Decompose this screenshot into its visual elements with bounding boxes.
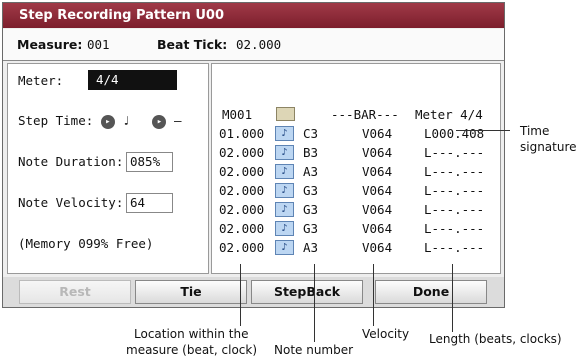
row-length: L---.--- xyxy=(424,202,485,217)
location-callout-line1: Location within the xyxy=(134,327,249,341)
header-measure: M001 xyxy=(222,107,253,122)
event-row[interactable]: 01.000 C3 V064 L000.408 ♪ xyxy=(212,124,502,143)
row-velocity: V064 xyxy=(362,202,393,217)
row-location: 02.000 xyxy=(219,221,265,236)
step-time-mod[interactable]: – xyxy=(174,113,182,128)
event-row[interactable]: 02.000 A3 V064 L---.--- ♪ xyxy=(212,238,502,257)
location-leader xyxy=(240,264,241,326)
stepback-button[interactable]: StepBack xyxy=(251,280,363,304)
time-signature-callout-line1: Time xyxy=(520,124,550,138)
step-time-note[interactable]: ♩ xyxy=(122,113,130,128)
step-time-label: Step Time: xyxy=(18,113,94,128)
window-title: Step Recording Pattern U00 xyxy=(3,3,504,28)
note-event-icon: ♪ xyxy=(275,221,294,236)
step-time-row: Step Time: ▸ ♩ ▸ – xyxy=(18,113,182,129)
row-velocity: V064 xyxy=(362,164,393,179)
row-note-number: C3 xyxy=(303,126,319,141)
note-event-icon: ♪ xyxy=(275,202,294,217)
meter-label: Meter: xyxy=(18,73,64,88)
event-row[interactable]: 02.000 A3 V064 L---.--- ♪ xyxy=(212,162,502,181)
beat-tick-value[interactable]: 02.000 xyxy=(236,29,281,61)
note-event-icon: ♪ xyxy=(275,183,294,198)
note-event-icon: ♪ xyxy=(275,145,294,160)
row-note-number: B3 xyxy=(303,145,319,160)
step-recording-window: Step Recording Pattern U00 Measure: 001 … xyxy=(2,2,505,308)
step-time-popup-icon[interactable]: ▸ xyxy=(100,114,115,129)
row-location: 02.000 xyxy=(219,202,265,217)
event-row[interactable]: 02.000 G3 V064 L---.--- ♪ xyxy=(212,219,502,238)
row-length: L---.--- xyxy=(424,240,485,255)
position-bar: Measure: 001 Beat Tick: 02.000 xyxy=(3,29,504,61)
button-bar: Rest Tie StepBack Done xyxy=(3,277,504,307)
note-event-icon: ♪ xyxy=(275,126,294,141)
length-leader xyxy=(452,264,453,332)
note-event-icon: ♪ xyxy=(275,240,294,255)
done-button[interactable]: Done xyxy=(375,280,487,304)
note-event-icon: ♪ xyxy=(275,164,294,179)
memory-status: (Memory 099% Free) xyxy=(18,236,154,251)
row-length: L---.--- xyxy=(424,221,485,236)
row-note-number: G3 xyxy=(303,221,319,236)
note-number-callout: Note number xyxy=(274,343,354,357)
tie-button[interactable]: Tie xyxy=(135,280,247,304)
settings-panel: Meter: 4/4 Step Time: ▸ ♩ ▸ – Note Durat… xyxy=(7,63,209,274)
row-note-number: A3 xyxy=(303,164,319,179)
length-callout: Length (beats, clocks) xyxy=(429,332,562,346)
row-note-number: G3 xyxy=(303,183,319,198)
row-location: 02.000 xyxy=(219,240,265,255)
row-velocity: V064 xyxy=(362,145,393,160)
measure-label: Measure: xyxy=(17,37,83,52)
row-length: L---.--- xyxy=(424,145,485,160)
row-length: L---.--- xyxy=(424,183,485,198)
step-time-mod-popup-icon[interactable]: ▸ xyxy=(152,114,167,129)
time-signature-leader xyxy=(456,130,510,131)
row-location: 02.000 xyxy=(219,183,265,198)
note-number-leader xyxy=(314,264,315,342)
row-note-number: A3 xyxy=(303,240,319,255)
row-velocity: V064 xyxy=(362,126,393,141)
event-list-header: M001 ---BAR--- Meter 4/4 xyxy=(212,105,502,124)
note-velocity-field[interactable]: 64 xyxy=(126,193,173,213)
measure-value[interactable]: 001 xyxy=(87,29,110,61)
row-velocity: V064 xyxy=(362,183,393,198)
time-signature-callout-line2: signature xyxy=(520,140,577,154)
row-length: L---.--- xyxy=(424,164,485,179)
row-location: 02.000 xyxy=(219,145,265,160)
meter-field[interactable]: 4/4 xyxy=(88,70,177,90)
event-list-panel: M001 ---BAR--- Meter 4/4 01.000 C3 V064 L00… xyxy=(211,63,501,274)
rest-button[interactable]: Rest xyxy=(19,280,131,304)
event-row[interactable]: 02.000 G3 V064 L---.--- ♪ xyxy=(212,200,502,219)
row-location: 01.000 xyxy=(219,126,265,141)
header-meter: Meter 4/4 xyxy=(415,107,483,122)
location-callout-line2: measure (beat, clock) xyxy=(126,343,258,357)
event-row[interactable]: 02.000 B3 V064 L---.--- ♪ xyxy=(212,143,502,162)
bar-icon xyxy=(276,107,295,121)
note-duration-field[interactable]: 085% xyxy=(126,152,173,172)
row-velocity: V064 xyxy=(362,240,393,255)
row-velocity: V064 xyxy=(362,221,393,236)
row-length: L000.408 xyxy=(424,126,485,141)
note-velocity-label: Note Velocity: xyxy=(18,195,124,210)
row-note-number: G3 xyxy=(303,202,319,217)
note-duration-label: Note Duration: xyxy=(18,154,124,169)
row-location: 02.000 xyxy=(219,164,265,179)
velocity-callout: Velocity xyxy=(362,327,410,341)
velocity-leader xyxy=(373,264,374,326)
header-bar: ---BAR--- xyxy=(331,107,399,122)
beat-tick-label: Beat Tick: xyxy=(157,37,228,52)
event-row[interactable]: 02.000 G3 V064 L---.--- ♪ xyxy=(212,181,502,200)
